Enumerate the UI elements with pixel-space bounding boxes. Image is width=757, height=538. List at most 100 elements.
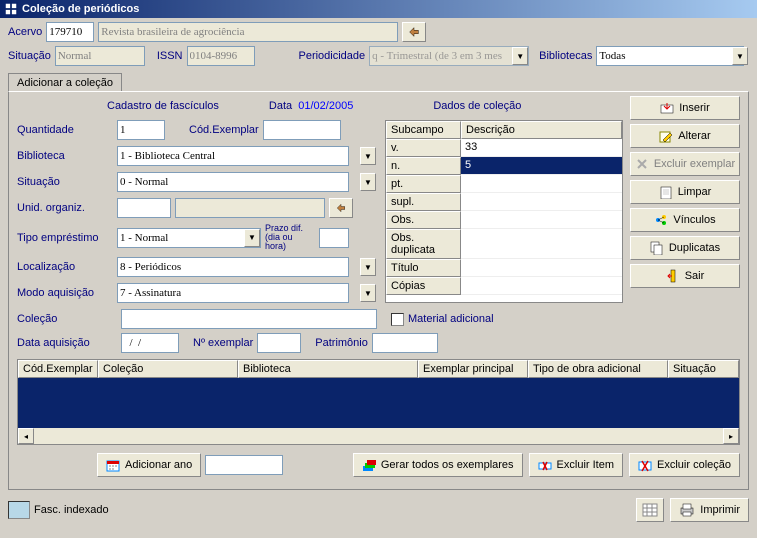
exemplares-table: Cód.Exemplar Coleção Biblioteca Exemplar… — [17, 359, 740, 445]
modo-label: Modo aquisição — [17, 287, 117, 299]
stack-icon — [362, 458, 376, 472]
titlebar: Coleção de periódicos — [0, 0, 757, 18]
excluir-colecao-button[interactable]: Excluir coleção — [629, 453, 740, 477]
imprimir-button[interactable]: Imprimir — [670, 498, 749, 522]
scroll-right-icon[interactable]: ▸ — [723, 428, 739, 444]
cadastro-header: Cadastro de fascículos — [107, 100, 219, 112]
table-row[interactable]: Obs. — [386, 211, 622, 229]
gerar-button[interactable]: Gerar todos os exemplares — [353, 453, 523, 477]
alterar-button[interactable]: Alterar — [630, 124, 740, 148]
col-biblioteca[interactable]: Biblioteca — [238, 360, 418, 378]
data-aq-input[interactable] — [121, 333, 179, 353]
delete-collection-icon — [638, 458, 652, 472]
tab-content: Inserir Alterar Excluir exemplar Limpar … — [8, 91, 749, 490]
prazo-input[interactable] — [319, 228, 349, 248]
situacao-select[interactable]: 0 - Normal — [117, 172, 349, 192]
situacao-label: Situação — [8, 50, 51, 62]
prazo-label: Prazo dif. (dia ou hora) — [265, 224, 315, 251]
unid-label: Unid. organiz. — [17, 202, 117, 214]
cod-exemplar-label: Cód.Exemplar — [189, 124, 259, 136]
descricao-header: Descrição — [461, 121, 622, 139]
table-row[interactable]: Cópias — [386, 277, 622, 295]
delete-item-icon — [538, 458, 552, 472]
fasc-indexado-label: Fasc. indexado — [34, 504, 109, 516]
limpar-button[interactable]: Limpar — [630, 180, 740, 204]
material-label: Material adicional — [408, 313, 494, 325]
unid-code-input[interactable] — [117, 198, 171, 218]
subcampo-header: Subcampo — [386, 121, 461, 139]
unid-browse-button[interactable] — [329, 198, 353, 218]
periodicidade-select: q - Trimestral (de 3 em 3 mes — [369, 46, 529, 66]
material-checkbox[interactable] — [391, 313, 404, 326]
grid-button[interactable] — [636, 498, 664, 522]
clear-icon — [659, 185, 673, 199]
hand-point-icon — [335, 202, 347, 214]
adicionar-ano-button[interactable]: Adicionar ano — [97, 453, 201, 477]
tipo-emp-label: Tipo empréstimo — [17, 232, 117, 244]
bibliotecas-select[interactable]: Todas — [596, 46, 744, 66]
hand-point-icon — [407, 25, 421, 39]
col-tipo-obra[interactable]: Tipo de obra adicional — [528, 360, 668, 378]
chevron-down-icon: ▼ — [360, 258, 376, 276]
window-title: Coleção de periódicos — [22, 3, 139, 15]
n-exemplar-label: Nº exemplar — [193, 337, 253, 349]
edit-icon — [659, 129, 673, 143]
patrimonio-input[interactable] — [372, 333, 438, 353]
excluir-exemplar-button: Excluir exemplar — [630, 152, 740, 176]
acervo-input[interactable] — [46, 22, 94, 42]
colecao-label: Coleção — [17, 313, 117, 325]
subcampo-table: SubcampoDescrição v.33 n.5 pt. supl. Obs… — [385, 120, 623, 303]
horizontal-scrollbar[interactable]: ◂ ▸ — [18, 428, 739, 444]
table-row[interactable]: Obs. duplicata — [386, 229, 622, 259]
patrimonio-label: Patrimônio — [315, 337, 368, 349]
situacao-top-input — [55, 46, 145, 66]
chevron-down-icon: ▼ — [360, 147, 376, 165]
sair-button[interactable]: Sair — [630, 264, 740, 288]
excluir-item-button[interactable]: Excluir Item — [529, 453, 623, 477]
scroll-left-icon[interactable]: ◂ — [18, 428, 34, 444]
browse-button[interactable] — [402, 22, 426, 42]
data-aq-label: Data aquisição — [17, 337, 117, 349]
col-situacao[interactable]: Situação — [668, 360, 739, 378]
table-row[interactable]: supl. — [386, 193, 622, 211]
data-value: 01/02/2005 — [298, 100, 353, 112]
bibliotecas-label: Bibliotecas — [539, 50, 592, 62]
localizacao-select[interactable]: 8 - Periódicos — [117, 257, 349, 277]
situacao-form-label: Situação — [17, 176, 117, 188]
col-colecao[interactable]: Coleção — [98, 360, 238, 378]
periodicidade-label: Periodicidade — [299, 50, 366, 62]
col-exemplar-principal[interactable]: Exemplar principal — [418, 360, 528, 378]
col-cod-exemplar[interactable]: Cód.Exemplar — [18, 360, 98, 378]
biblioteca-label: Biblioteca — [17, 150, 117, 162]
tab-adicionar-colecao[interactable]: Adicionar a coleção — [8, 73, 122, 92]
links-icon — [654, 213, 668, 227]
cod-exemplar-input[interactable] — [263, 120, 341, 140]
chevron-down-icon: ▼ — [360, 173, 376, 191]
quantidade-input[interactable] — [117, 120, 165, 140]
vinculos-button[interactable]: Vínculos — [630, 208, 740, 232]
table-row[interactable]: v.33 — [386, 139, 622, 157]
insert-icon — [660, 101, 674, 115]
table-row[interactable]: pt. — [386, 175, 622, 193]
duplicatas-button[interactable]: Duplicatas — [630, 236, 740, 260]
localizacao-label: Localização — [17, 261, 117, 273]
fasc-color-swatch — [8, 501, 30, 519]
issn-input — [187, 46, 255, 66]
quantidade-label: Quantidade — [17, 124, 117, 136]
print-icon — [679, 503, 695, 517]
tipo-emp-select[interactable]: 1 - Normal — [117, 228, 261, 248]
biblioteca-select[interactable]: 1 - Biblioteca Central — [117, 146, 349, 166]
dados-header: Dados de coleção — [433, 100, 521, 112]
table-row[interactable]: n.5 — [386, 157, 622, 175]
data-label: Data — [269, 100, 292, 112]
issn-label: ISSN — [157, 50, 183, 62]
modo-select[interactable]: 7 - Assinatura — [117, 283, 349, 303]
chevron-down-icon: ▼ — [360, 284, 376, 302]
colecao-input[interactable] — [121, 309, 377, 329]
calendar-icon — [106, 458, 120, 472]
inserir-button[interactable]: Inserir — [630, 96, 740, 120]
unid-name-input — [175, 198, 325, 218]
adicionar-ano-input[interactable] — [205, 455, 283, 475]
table-row[interactable]: Título — [386, 259, 622, 277]
n-exemplar-input[interactable] — [257, 333, 301, 353]
